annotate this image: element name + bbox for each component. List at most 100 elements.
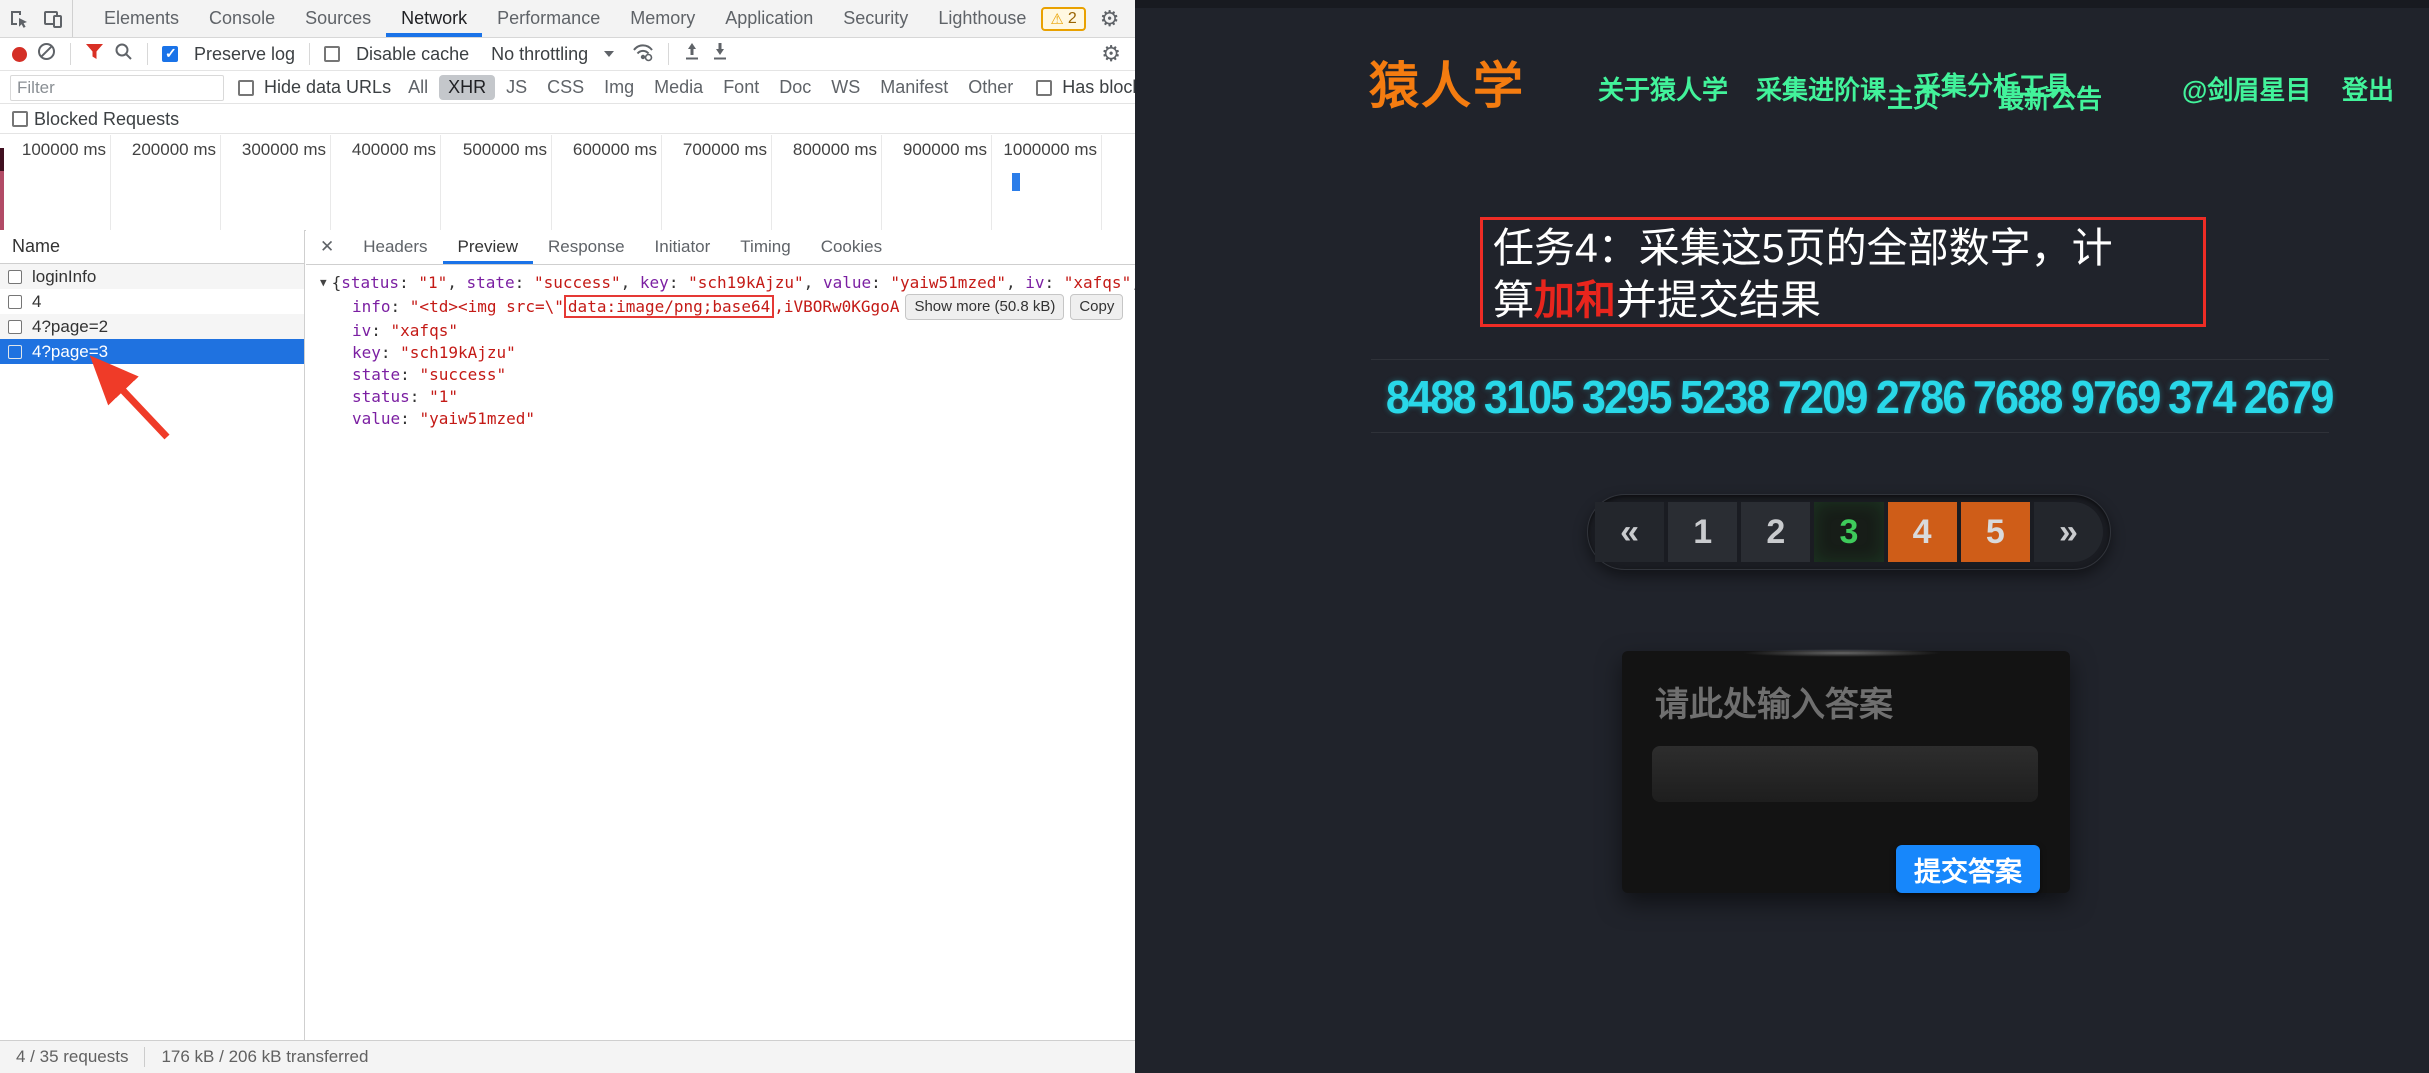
warning-icon: ⚠ [1050, 10, 1063, 28]
request-type-filter[interactable]: JS [497, 75, 536, 100]
filter-funnel-icon[interactable] [85, 43, 104, 65]
devtools-tab[interactable]: Memory [615, 0, 710, 37]
data-number: 3295 [1582, 370, 1671, 424]
divider-line [1371, 432, 2329, 433]
hide-data-urls-checkbox[interactable] [238, 80, 254, 96]
device-toolbar-icon[interactable] [40, 6, 66, 32]
show-more-button[interactable]: Show more (50.8 kB) [905, 294, 1064, 320]
request-type-filter[interactable]: Font [714, 75, 768, 100]
import-har-icon[interactable] [683, 42, 701, 67]
timeline-request-marker [1012, 173, 1020, 191]
devtools-tab[interactable]: Performance [482, 0, 615, 37]
request-type-filter[interactable]: All [399, 75, 437, 100]
requests-panel: Name loginInfo 4 4?page=2 4?page=3 [0, 230, 305, 1040]
row-checkbox[interactable] [8, 270, 22, 284]
preserve-log-checkbox[interactable] [162, 46, 178, 62]
devtools-tab[interactable]: Console [194, 0, 290, 37]
devtools-tab[interactable]: Sources [290, 0, 386, 37]
row-checkbox[interactable] [8, 345, 22, 359]
pagination-button[interactable]: 4 [1888, 502, 1957, 562]
network-overview-timeline[interactable]: 100000 ms200000 ms300000 ms400000 ms5000… [0, 135, 1135, 231]
disable-cache-checkbox[interactable] [324, 46, 340, 62]
json-property-line: value: "yaiw51mzed" [320, 408, 1135, 430]
close-detail-icon[interactable]: ✕ [306, 230, 348, 264]
requests-name-column-header[interactable]: Name [0, 230, 304, 264]
timeline-gridline: 700000 ms [771, 135, 772, 230]
nav-link[interactable]: @剑眉星目 [2182, 70, 2311, 107]
data-number: 374 [2168, 370, 2235, 424]
devtools-tab[interactable]: Security [828, 0, 923, 37]
blocked-requests-checkbox[interactable] [12, 111, 28, 127]
nav-link[interactable]: 采集进阶课 [1756, 70, 1886, 107]
search-icon[interactable] [114, 42, 133, 66]
pagination-button[interactable]: 5 [1961, 502, 2030, 562]
detail-tab[interactable]: Cookies [806, 230, 897, 264]
divider-line [1371, 359, 2329, 360]
request-name: loginInfo [32, 267, 96, 287]
page-top-strip [1135, 0, 2429, 8]
detail-tab[interactable]: Timing [725, 230, 805, 264]
detail-tab[interactable]: Initiator [640, 230, 726, 264]
devtools-tab[interactable]: Lighthouse [923, 0, 1041, 37]
detail-tabs: HeadersPreviewResponseInitiatorTimingCoo… [348, 230, 897, 264]
request-type-filter[interactable]: Manifest [871, 75, 957, 100]
request-type-filters: AllXHRJSCSSImgMediaFontDocWSManifestOthe… [399, 75, 1022, 100]
pagination-button[interactable]: » [2034, 502, 2103, 562]
timeline-tick-label: 700000 ms [683, 140, 767, 160]
detail-tab[interactable]: Response [533, 230, 640, 264]
settings-gear-icon[interactable]: ⚙ [1100, 8, 1120, 30]
table-row[interactable]: loginInfo [0, 264, 304, 289]
request-type-filter[interactable]: XHR [439, 75, 495, 100]
nav-link[interactable]: 关于猿人学 [1598, 70, 1728, 107]
pagination-button[interactable]: « [1595, 502, 1664, 562]
request-type-filter[interactable]: Media [645, 75, 712, 100]
timeline-tick-label: 600000 ms [573, 140, 657, 160]
request-type-filter[interactable]: CSS [538, 75, 593, 100]
clear-icon[interactable] [37, 42, 56, 66]
timeline-tick-label: 300000 ms [242, 140, 326, 160]
network-conditions-icon[interactable] [632, 42, 654, 67]
answer-input[interactable] [1652, 746, 2038, 802]
devtools-tab[interactable]: Elements [89, 0, 194, 37]
pagination: «12345» [1587, 494, 2111, 570]
record-button[interactable] [12, 47, 27, 62]
devtools-tab[interactable]: Application [710, 0, 828, 37]
inspect-element-icon[interactable] [6, 6, 32, 32]
base64-highlight-box: data:image/png;base64 [564, 295, 774, 318]
disclosure-triangle-icon[interactable]: ▼ [320, 276, 327, 289]
request-type-filter[interactable]: Other [959, 75, 1022, 100]
pagination-button[interactable]: 3 [1814, 502, 1883, 562]
throttling-select[interactable]: No throttling [491, 44, 588, 65]
has-blocked-cookies-checkbox[interactable] [1036, 80, 1052, 96]
request-type-filter[interactable]: WS [822, 75, 869, 100]
task-description-box: 任务4：采集这5页的全部数字，计 算加和并提交结果 [1480, 217, 2206, 327]
detail-tab[interactable]: Preview [443, 230, 533, 264]
export-har-icon[interactable] [711, 42, 729, 67]
row-checkbox[interactable] [8, 320, 22, 334]
json-summary-line[interactable]: ▼{status: "1", state: "success", key: "s… [320, 272, 1135, 294]
filter-input[interactable] [10, 75, 224, 101]
preserve-log-label: Preserve log [194, 44, 295, 65]
data-number: 5238 [1680, 370, 1769, 424]
request-type-filter[interactable]: Img [595, 75, 643, 100]
issues-warning-badge[interactable]: ⚠2 [1041, 7, 1085, 31]
detail-tab[interactable]: Headers [348, 230, 442, 264]
site-logo[interactable]: 猿人学 [1369, 46, 1525, 118]
pagination-button[interactable]: 2 [1741, 502, 1810, 562]
table-row[interactable]: 4?page=2 [0, 314, 304, 339]
table-row[interactable]: 4 [0, 289, 304, 314]
row-checkbox[interactable] [8, 295, 22, 309]
devtools-tab[interactable]: Network [386, 0, 482, 37]
pagination-button[interactable]: 1 [1668, 502, 1737, 562]
nav-link[interactable]: 最新公告 [1998, 79, 2102, 116]
copy-button[interactable]: Copy [1070, 294, 1123, 320]
task-highlight: 加和 [1534, 277, 1616, 323]
network-settings-gear-icon[interactable]: ⚙ [1101, 43, 1135, 65]
nav-link[interactable]: 登出 [2342, 70, 2394, 107]
data-number: 2679 [2243, 370, 2332, 424]
request-type-filter[interactable]: Doc [770, 75, 820, 100]
table-row[interactable]: 4?page=3 [0, 339, 304, 364]
data-number: 8488 [1386, 370, 1475, 424]
hide-data-urls-label: Hide data URLs [264, 77, 391, 98]
submit-answer-button[interactable]: 提交答案 [1896, 845, 2040, 893]
